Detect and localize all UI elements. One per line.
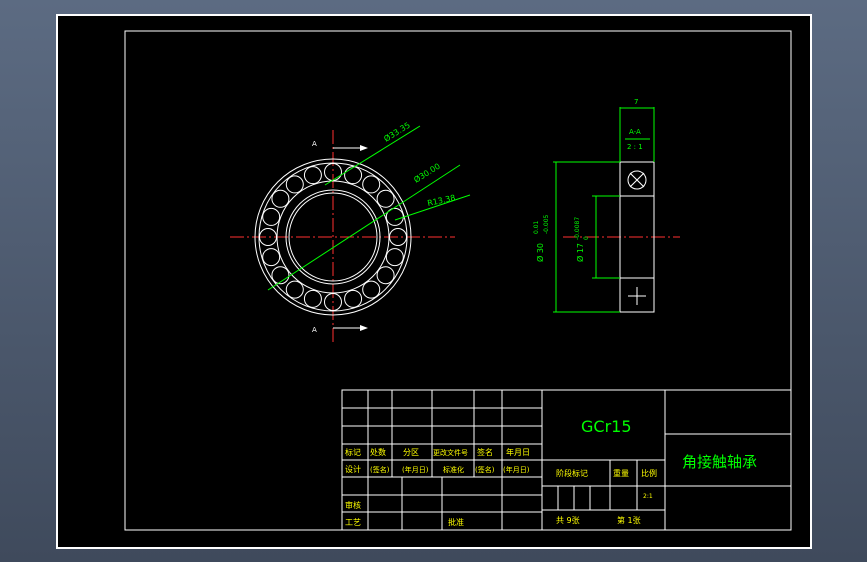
dimension-outer-tol-lower: -0.005 [543,214,550,234]
dimension-outer-tol-upper: 0.01 [533,220,540,234]
label-zone: 分区 [403,448,419,457]
label-weight: 重量 [613,468,629,478]
design-date: (年月日) [402,465,429,474]
standard-sign: (签名) [475,465,495,474]
label-stage-mark: 阶段标记 [556,468,588,478]
label-standard: 标准化 [443,465,464,474]
dimension-width: 7 [634,98,638,106]
section-label-top: A [312,140,317,148]
section-label-bottom: A [312,326,317,334]
label-count: 处数 [370,447,386,457]
sheet-number: 第 1张 [617,515,641,525]
standard-date: (年月日) [503,465,530,474]
scale-value: 2:1 [643,493,653,500]
design-sign: (签名) [370,465,390,474]
part-name: 角接触轴承 [682,453,757,471]
label-date: 年月日 [506,447,530,457]
sheets-total: 共 9张 [556,516,580,525]
drawing-sheet: A A Ø33.35 Ø30.00 R13.38 7 A-A 2 : 1 Ø 3… [56,14,812,549]
label-review: 审核 [345,500,361,510]
label-change-doc: 更改文件号 [433,448,468,457]
label-sign: 签名 [477,447,493,457]
material-label: GCr15 [581,417,632,436]
dimension-inner: Ø 17 [575,243,585,262]
dimension-outer: Ø 30 [535,243,545,262]
label-approve: 批准 [448,517,464,527]
label-process: 工艺 [345,518,361,527]
label-design: 设计 [345,464,361,474]
section-scale: 2 : 1 [627,143,643,151]
label-mark: 标记 [345,447,361,457]
label-scale: 比例 [641,468,657,478]
dimension-inner-tol2: 0 [583,236,590,240]
cad-viewport: A A Ø33.35 Ø30.00 R13.38 7 A-A 2 : 1 Ø 3… [0,0,867,562]
dimension-inner-tol: -0.0087 [574,217,581,240]
section-title: A-A [629,128,641,136]
